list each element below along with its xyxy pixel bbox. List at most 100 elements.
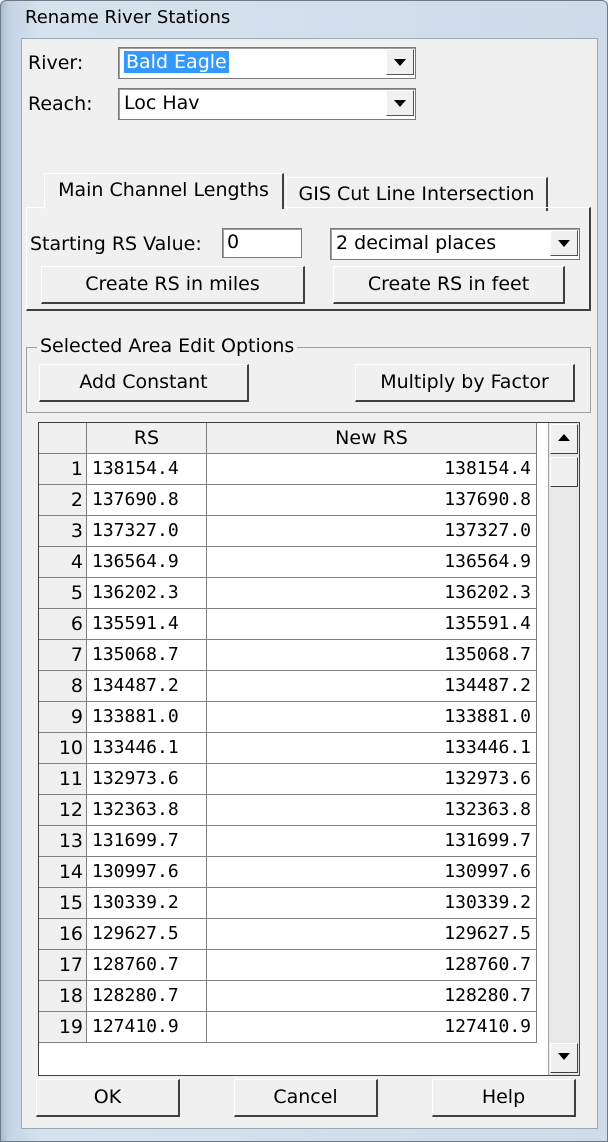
- help-button[interactable]: Help: [432, 1079, 576, 1117]
- rename-river-stations-window: Rename River Stations River: Bald Eagle …: [0, 0, 608, 1142]
- new-rs-cell[interactable]: 129627.5: [207, 919, 537, 950]
- table-row[interactable]: 1 138154.4 138154.4: [39, 454, 551, 485]
- new-rs-cell[interactable]: 130339.2: [207, 888, 537, 919]
- multiply-by-factor-button[interactable]: Multiply by Factor: [355, 364, 575, 402]
- rs-cell: 132973.6: [87, 764, 207, 795]
- river-dropdown-button[interactable]: [386, 49, 414, 75]
- table-row[interactable]: 13 131699.7 131699.7: [39, 826, 551, 857]
- new-rs-cell[interactable]: 136202.3: [207, 578, 537, 609]
- row-number: 2: [39, 485, 87, 516]
- reach-dropdown[interactable]: Loc Hav: [118, 88, 416, 120]
- scroll-thumb[interactable]: [550, 457, 578, 487]
- table-row[interactable]: 6 135591.4 135591.4: [39, 609, 551, 640]
- arrow-up-icon: [558, 434, 570, 441]
- table-row[interactable]: 2 137690.8 137690.8: [39, 485, 551, 516]
- tab-gis-cut-line-intersection[interactable]: GIS Cut Line Intersection: [286, 177, 548, 211]
- row-number: 15: [39, 888, 87, 919]
- decimal-places-dropdown[interactable]: 2 decimal places: [330, 228, 580, 260]
- new-rs-cell[interactable]: 132973.6: [207, 764, 537, 795]
- rs-cell: 131699.7: [87, 826, 207, 857]
- row-number: 8: [39, 671, 87, 702]
- scroll-down-button[interactable]: [550, 1043, 578, 1073]
- table-row[interactable]: 7 135068.7 135068.7: [39, 640, 551, 671]
- rs-cell: 130997.6: [87, 857, 207, 888]
- table-row[interactable]: 12 132363.8 132363.8: [39, 795, 551, 826]
- create-rs-feet-button[interactable]: Create RS in feet: [333, 266, 565, 304]
- new-rs-cell[interactable]: 128760.7: [207, 950, 537, 981]
- new-rs-cell[interactable]: 137327.0: [207, 516, 537, 547]
- arrow-down-icon: [558, 1053, 570, 1060]
- rs-cell: 128760.7: [87, 950, 207, 981]
- rs-cell: 133446.1: [87, 733, 207, 764]
- cancel-button[interactable]: Cancel: [234, 1079, 378, 1117]
- table-row[interactable]: 11 132973.6 132973.6: [39, 764, 551, 795]
- rs-cell: 136202.3: [87, 578, 207, 609]
- river-label: River:: [28, 52, 84, 74]
- new-rs-cell[interactable]: 135591.4: [207, 609, 537, 640]
- title-bar[interactable]: Rename River Stations: [1, 1, 607, 35]
- ok-button[interactable]: OK: [36, 1079, 180, 1117]
- reach-label: Reach:: [28, 93, 93, 115]
- group-title: Selected Area Edit Options: [37, 335, 298, 357]
- rs-cell: 138154.4: [87, 454, 207, 485]
- rs-cell: 130339.2: [87, 888, 207, 919]
- scroll-up-button[interactable]: [550, 424, 578, 454]
- new-rs-cell[interactable]: 134487.2: [207, 671, 537, 702]
- create-rs-miles-button[interactable]: Create RS in miles: [41, 266, 305, 304]
- table-row[interactable]: 10 133446.1 133446.1: [39, 733, 551, 764]
- new-rs-cell[interactable]: 137690.8: [207, 485, 537, 516]
- table-row[interactable]: 8 134487.2 134487.2: [39, 671, 551, 702]
- table-row[interactable]: 15 130339.2 130339.2: [39, 888, 551, 919]
- tab-panel: Starting RS Value: 0 2 decimal places Cr…: [26, 207, 591, 311]
- table-row[interactable]: 3 137327.0 137327.0: [39, 516, 551, 547]
- table-row[interactable]: 5 136202.3 136202.3: [39, 578, 551, 609]
- new-rs-cell[interactable]: 138154.4: [207, 454, 537, 485]
- row-number: 6: [39, 609, 87, 640]
- table-row[interactable]: 4 136564.9 136564.9: [39, 547, 551, 578]
- new-rs-cell[interactable]: 130997.6: [207, 857, 537, 888]
- window-title: Rename River Stations: [25, 7, 231, 28]
- vertical-scrollbar[interactable]: [548, 423, 579, 1075]
- table-row[interactable]: 18 128280.7 128280.7: [39, 981, 551, 1012]
- rs-cell: 132363.8: [87, 795, 207, 826]
- row-number: 4: [39, 547, 87, 578]
- new-rs-cell[interactable]: 135068.7: [207, 640, 537, 671]
- rs-cell: 129627.5: [87, 919, 207, 950]
- chevron-down-icon: [394, 100, 406, 107]
- rs-cell: 137690.8: [87, 485, 207, 516]
- new-rs-cell[interactable]: 128280.7: [207, 981, 537, 1012]
- table-row[interactable]: 14 130997.6 130997.6: [39, 857, 551, 888]
- table-row[interactable]: 16 129627.5 129627.5: [39, 919, 551, 950]
- row-number: 19: [39, 1012, 87, 1043]
- table-row[interactable]: 9 133881.0 133881.0: [39, 702, 551, 733]
- row-number: 18: [39, 981, 87, 1012]
- selected-area-edit-options-group: Selected Area Edit Options Add Constant …: [26, 335, 591, 413]
- new-rs-cell[interactable]: 132363.8: [207, 795, 537, 826]
- row-number-header: [39, 423, 87, 454]
- reach-dropdown-button[interactable]: [386, 90, 414, 116]
- new-rs-cell[interactable]: 131699.7: [207, 826, 537, 857]
- row-number: 12: [39, 795, 87, 826]
- tab-main-channel-lengths[interactable]: Main Channel Lengths: [44, 173, 284, 209]
- river-dropdown[interactable]: Bald Eagle: [118, 47, 416, 79]
- starting-rs-input[interactable]: 0: [222, 228, 302, 258]
- dialog-client: River: Bald Eagle Reach: Loc Hav Main Ch…: [21, 38, 598, 1129]
- row-number: 13: [39, 826, 87, 857]
- river-station-table[interactable]: RS New RS 1 138154.4 138154.4 2 137690.8 1376…: [38, 422, 580, 1076]
- decimal-places-dropdown-button[interactable]: [550, 230, 578, 256]
- add-constant-button[interactable]: Add Constant: [39, 364, 249, 402]
- table-row[interactable]: 19 127410.9 127410.9: [39, 1012, 551, 1043]
- table-row[interactable]: 17 128760.7 128760.7: [39, 950, 551, 981]
- river-value: Bald Eagle: [124, 51, 229, 73]
- rs-cell: 137327.0: [87, 516, 207, 547]
- new-rs-cell[interactable]: 133881.0: [207, 702, 537, 733]
- chevron-down-icon: [394, 59, 406, 66]
- row-number: 5: [39, 578, 87, 609]
- row-number: 7: [39, 640, 87, 671]
- new-rs-cell[interactable]: 133446.1: [207, 733, 537, 764]
- rs-cell: 128280.7: [87, 981, 207, 1012]
- new-rs-cell[interactable]: 136564.9: [207, 547, 537, 578]
- new-rs-cell[interactable]: 127410.9: [207, 1012, 537, 1043]
- row-number: 17: [39, 950, 87, 981]
- starting-rs-label: Starting RS Value:: [30, 233, 202, 255]
